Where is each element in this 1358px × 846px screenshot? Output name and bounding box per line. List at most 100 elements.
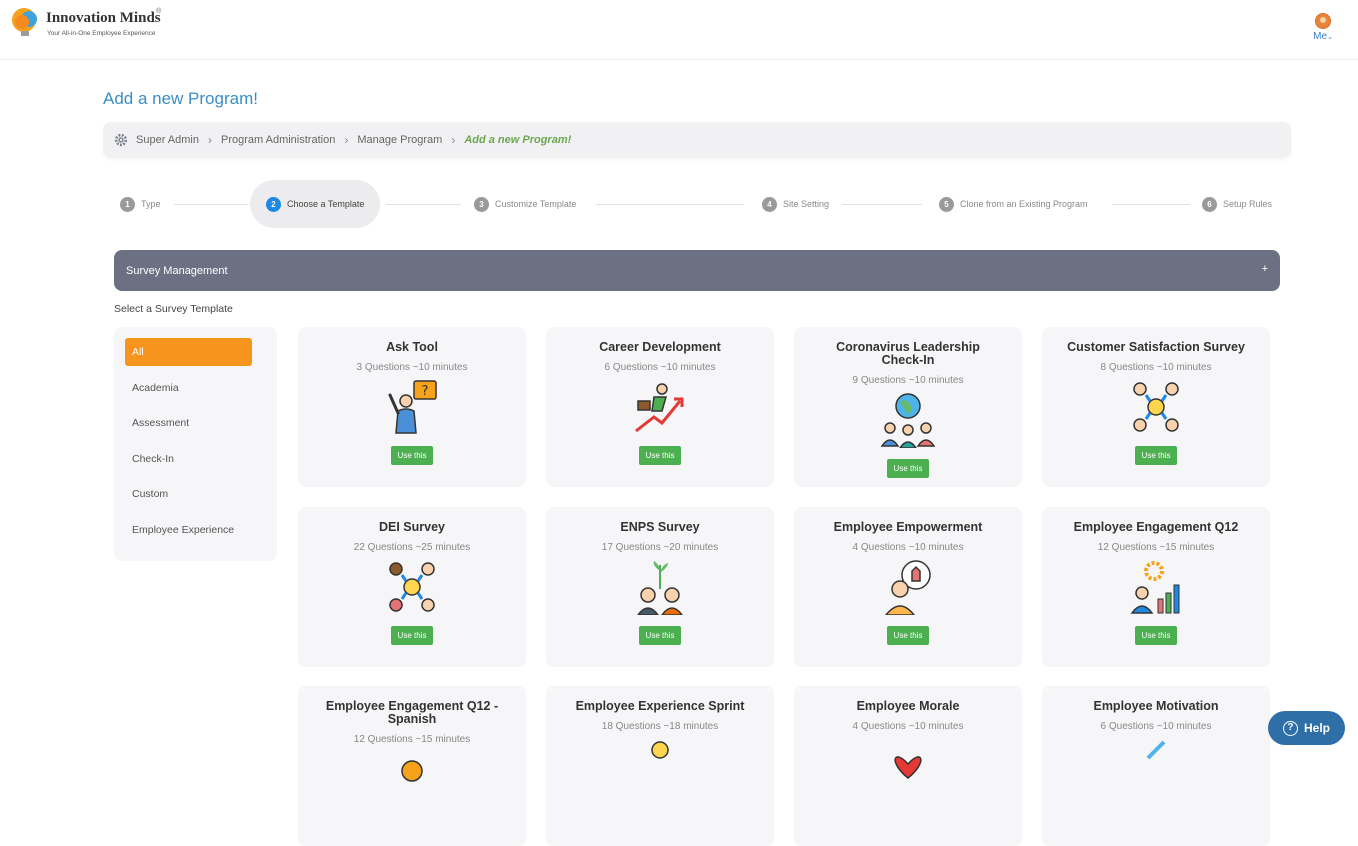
step-type[interactable]: 1 Type [120, 180, 161, 228]
survey-management-accordion[interactable]: Survey Management + [114, 250, 1280, 291]
engagement-chart-icon [1130, 561, 1180, 614]
use-template-button[interactable]: Use this [638, 626, 682, 645]
template-meta: 6 Questions ~10 minutes [604, 362, 716, 373]
plus-icon[interactable]: + [1262, 263, 1268, 275]
template-card: Coronavirus Leadership Check-In 9 Questi… [794, 327, 1022, 487]
step-choose-template[interactable]: 2 Choose a Template [250, 180, 381, 228]
chevron-right-icon: › [451, 133, 456, 147]
step-label: Site Setting [783, 199, 830, 209]
template-title: Employee Motivation [1093, 699, 1219, 713]
user-menu[interactable]: Me⌄ [1306, 10, 1340, 46]
globe-team-icon [880, 393, 936, 449]
template-title: Employee Empowerment [833, 520, 983, 534]
template-title: DEI Survey [378, 520, 445, 534]
template-title: Customer Satisfaction Survey [1067, 340, 1245, 354]
template-meta: 4 Questions ~10 minutes [852, 721, 964, 732]
use-template-button[interactable]: Use this [638, 446, 682, 465]
use-template-button[interactable]: Use this [886, 459, 930, 478]
engagement-spanish-icon [401, 760, 423, 782]
template-title: Coronavirus Leadership Check-In [836, 340, 980, 367]
breadcrumb-item-program-administration[interactable]: Program Administration [221, 134, 335, 146]
step-number: 2 [266, 196, 281, 212]
use-template-button[interactable]: Use this [390, 626, 434, 645]
template-meta: 12 Questions ~15 minutes [1097, 542, 1215, 553]
template-card: Ask Tool 3 Questions ~10 minutes ? Use t… [298, 327, 526, 487]
template-card: Customer Satisfaction Survey 8 Questions… [1042, 327, 1270, 487]
step-site-setting[interactable]: 4 Site Setting [762, 180, 829, 228]
morale-heart-icon [894, 756, 922, 779]
template-title: Employee Engagement Q12 [1073, 520, 1239, 534]
breadcrumb-item-super-admin[interactable]: Super Admin [136, 134, 199, 146]
breadcrumb-item-manage-program[interactable]: Manage Program [357, 134, 442, 146]
experience-sprint-icon [651, 741, 669, 759]
template-title: Employee Engagement Q12 - Spanish [325, 699, 499, 726]
template-card: Employee Engagement Q12 - Spanish 12 Que… [298, 686, 526, 846]
select-template-label: Select a Survey Template [114, 303, 233, 315]
breadcrumb-current: Add a new Program! [464, 134, 572, 146]
step-label: Customize Template [495, 199, 577, 209]
template-card: Employee Experience Sprint 18 Questions … [546, 686, 774, 846]
gear-icon [114, 133, 128, 147]
use-template-button[interactable]: Use this [1134, 626, 1178, 645]
step-connector [1112, 204, 1190, 205]
use-template-button[interactable]: Use this [390, 446, 434, 465]
category-custom[interactable]: Custom [125, 480, 252, 508]
use-template-button[interactable]: Use this [1134, 446, 1178, 465]
question-circle-icon: ? [1282, 720, 1298, 736]
template-title: Ask Tool [386, 340, 438, 354]
template-card: Employee Motivation 6 Questions ~10 minu… [1042, 686, 1270, 846]
template-meta: 9 Questions ~10 minutes [852, 375, 964, 386]
step-connector [596, 204, 744, 205]
chevron-right-icon: › [207, 133, 212, 147]
category-check-in[interactable]: Check-In [125, 445, 252, 473]
growing-team-icon [636, 561, 684, 616]
breadcrumb: Super Admin › Program Administration › M… [103, 122, 1291, 158]
template-meta: 8 Questions ~10 minutes [1100, 362, 1212, 373]
top-bar: Innovation Minds ® Your All-in-One Emplo… [0, 0, 1358, 60]
registered-mark: ® [156, 8, 162, 15]
brand-logo[interactable]: Innovation Minds ® Your All-in-One Emplo… [10, 6, 170, 46]
question-person-icon: ? [388, 380, 437, 434]
brand-name: Innovation Minds [46, 10, 161, 26]
step-number: 3 [474, 196, 489, 212]
template-meta: 4 Questions ~10 minutes [852, 542, 964, 553]
step-connector [842, 204, 922, 205]
category-all[interactable]: All [125, 338, 252, 366]
template-card: Career Development 6 Questions ~10 minut… [546, 327, 774, 487]
category-filter: All Academia Assessment Check-In Custom … [114, 327, 277, 561]
step-clone-program[interactable]: 5 Clone from an Existing Program [939, 180, 1088, 228]
step-connector [386, 204, 461, 205]
template-meta: 3 Questions ~10 minutes [356, 362, 468, 373]
template-title: ENPS Survey [620, 520, 700, 534]
svg-text:?: ? [422, 384, 429, 399]
category-academia[interactable]: Academia [125, 374, 252, 402]
user-menu-label: Me⌄ [1313, 31, 1333, 42]
step-label: Type [141, 199, 161, 209]
chevron-down-icon: ⌄ [1327, 34, 1333, 41]
step-customize-template[interactable]: 3 Customize Template [474, 180, 576, 228]
template-meta: 22 Questions ~25 minutes [353, 542, 471, 553]
step-number: 1 [120, 196, 135, 212]
step-label: Setup Rules [1223, 199, 1273, 209]
template-title: Career Development [599, 340, 721, 354]
template-title: Employee Morale [856, 699, 960, 713]
section-title: Survey Management [126, 264, 228, 277]
empowerment-icon [884, 560, 931, 616]
template-title: Employee Experience Sprint [575, 699, 745, 713]
category-assessment[interactable]: Assessment [125, 409, 252, 437]
use-template-button[interactable]: Use this [886, 626, 930, 645]
template-meta: 6 Questions ~10 minutes [1100, 721, 1212, 732]
avatar [1315, 13, 1331, 29]
step-setup-rules[interactable]: 6 Setup Rules [1202, 180, 1272, 228]
template-card: ENPS Survey 17 Questions ~20 minutes Use… [546, 507, 774, 667]
help-button[interactable]: ? Help [1268, 711, 1345, 745]
step-number: 5 [939, 196, 954, 212]
category-employee-experience[interactable]: Employee Experience [125, 516, 252, 544]
template-meta: 17 Questions ~20 minutes [601, 542, 719, 553]
help-label: Help [1303, 721, 1330, 735]
step-number: 4 [762, 196, 777, 212]
page-title: Add a new Program! [103, 89, 258, 108]
motivation-icon [1146, 740, 1166, 760]
step-label: Choose a Template [287, 199, 365, 209]
step-label: Clone from an Existing Program [960, 199, 1088, 209]
